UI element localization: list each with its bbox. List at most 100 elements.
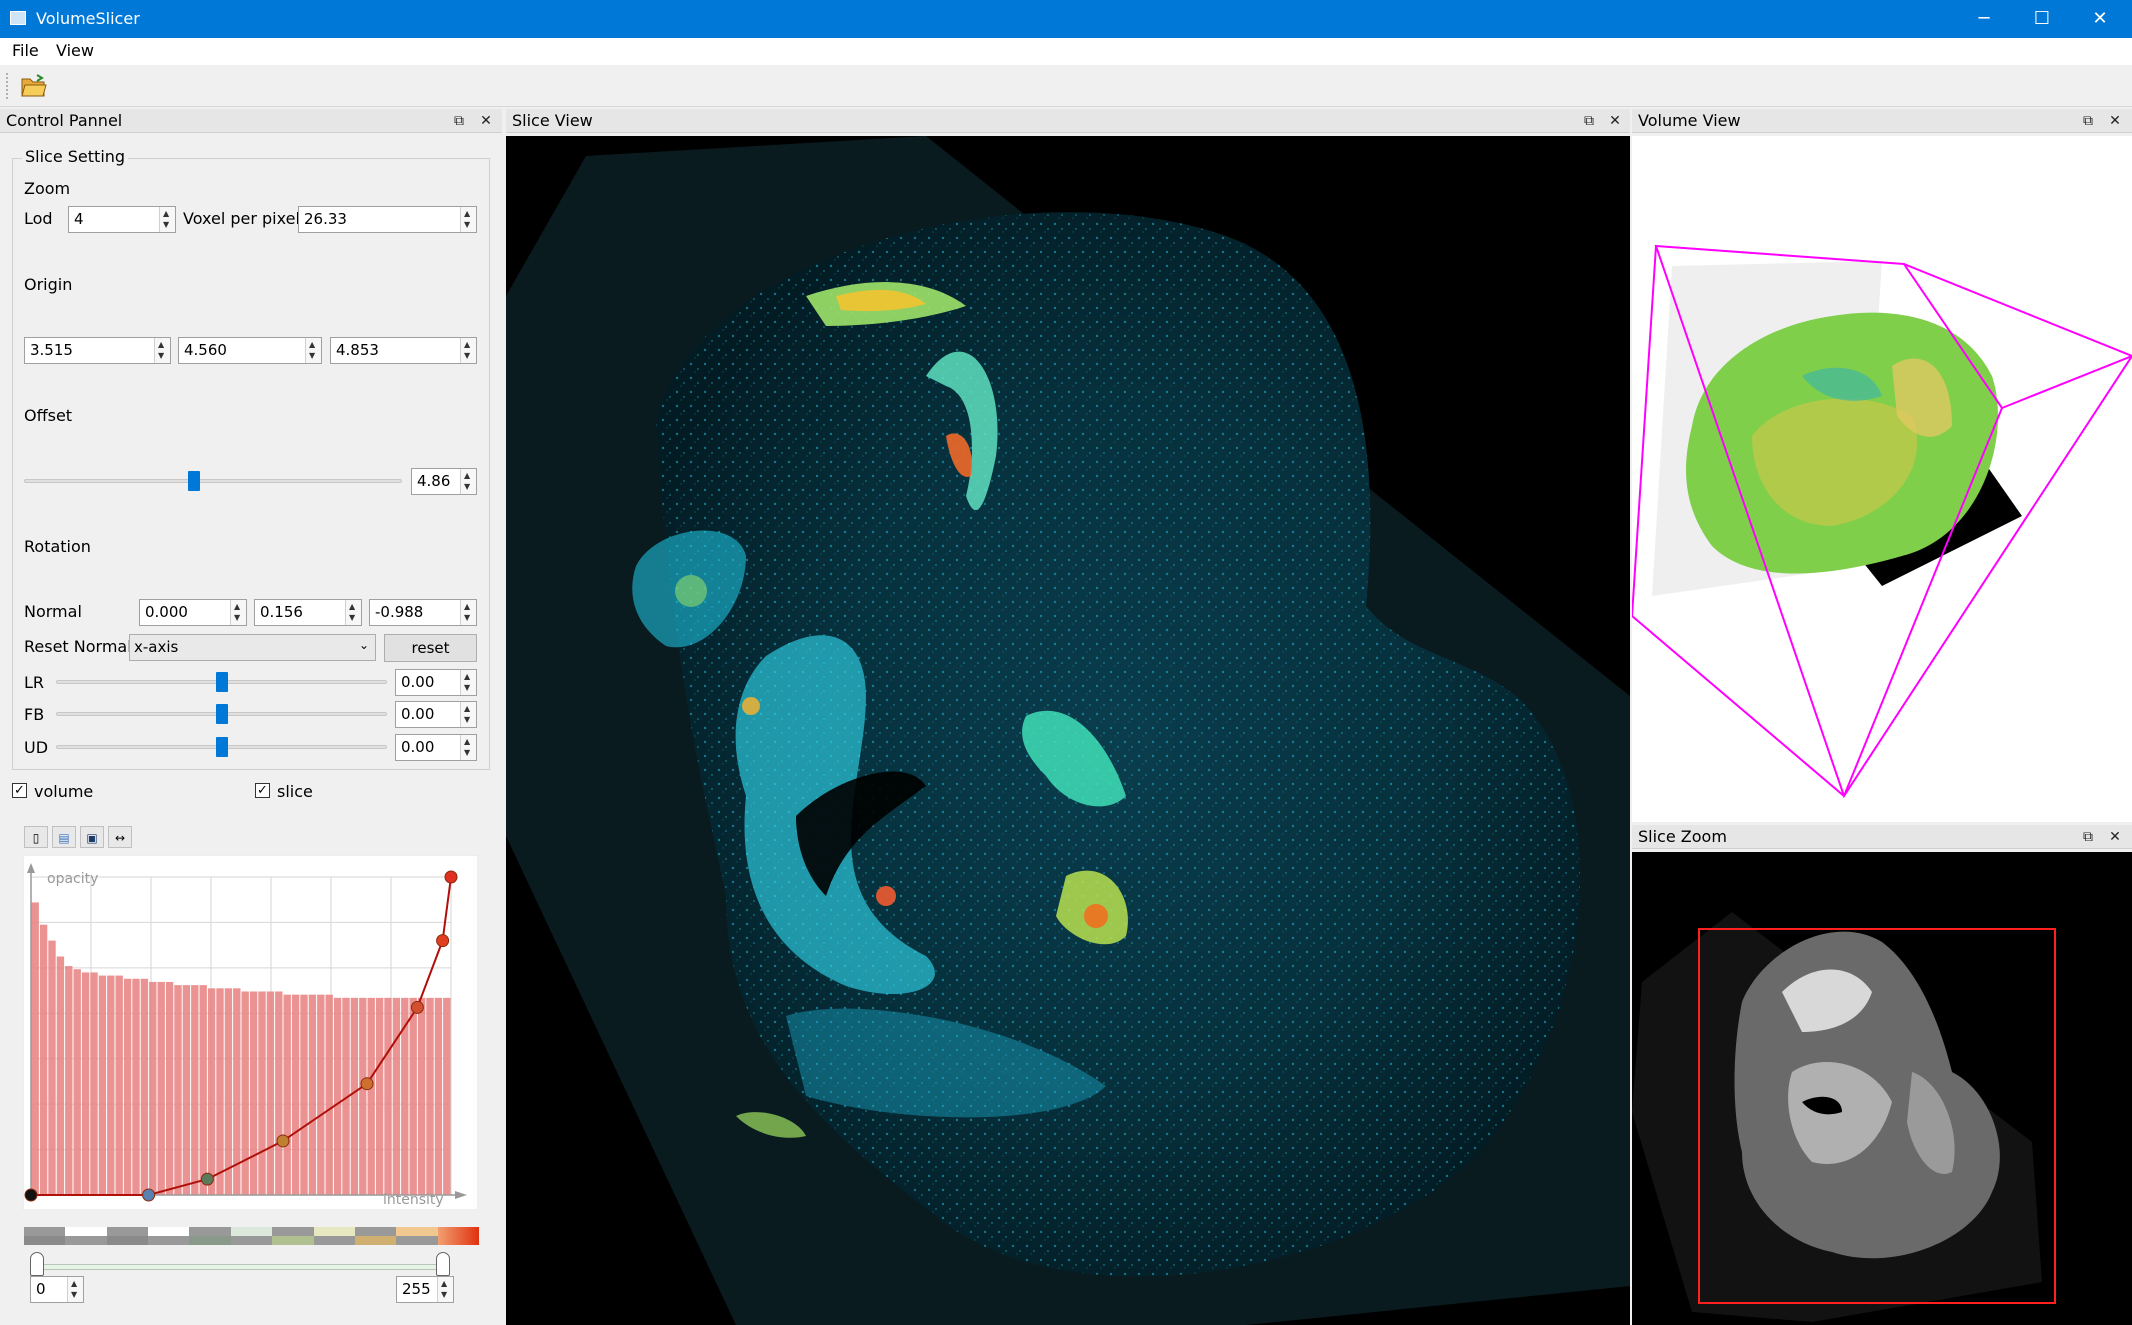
- normal-x-spinbox[interactable]: 0.000 ▲ ▼: [139, 599, 247, 626]
- save-icon[interactable]: ▣: [80, 826, 104, 848]
- close-icon[interactable]: ✕: [1606, 112, 1624, 130]
- spin-arrows[interactable]: ▲ ▼: [460, 600, 476, 625]
- tf-control-point[interactable]: [200, 1172, 214, 1186]
- color-bar-segment: [189, 1227, 231, 1245]
- range-max-spinbox[interactable]: 255 ▲ ▼: [396, 1276, 454, 1303]
- slice-view-canvas[interactable]: [506, 136, 1630, 1325]
- ud-value: 0.00: [401, 738, 435, 756]
- lr-spinbox[interactable]: 0.00 ▲ ▼: [395, 669, 477, 696]
- spin-arrows[interactable]: ▲ ▼: [460, 670, 476, 695]
- normal-z-value: -0.988: [375, 603, 424, 621]
- float-icon[interactable]: ⧉: [2079, 828, 2097, 846]
- slice-zoom-canvas[interactable]: [1632, 852, 2132, 1325]
- spin-arrows[interactable]: ▲ ▼: [460, 338, 476, 363]
- tf-histogram-bar: [81, 972, 90, 1195]
- reset-button[interactable]: reset: [384, 634, 477, 662]
- spin-arrows[interactable]: ▲ ▼: [305, 338, 321, 363]
- spin-arrows[interactable]: ▲ ▼: [460, 735, 476, 760]
- close-button[interactable]: ✕: [2070, 0, 2130, 38]
- tf-histogram-bar: [325, 994, 333, 1195]
- transfer-function-editor[interactable]: opacity intensity: [23, 855, 478, 1210]
- volume-view-canvas[interactable]: [1632, 136, 2132, 822]
- spin-arrows[interactable]: ▲ ▼: [437, 1277, 453, 1302]
- tf-control-point[interactable]: [410, 1000, 424, 1014]
- color-bar-segment: [272, 1227, 314, 1245]
- volume-checkbox[interactable]: ✓: [12, 783, 27, 798]
- spin-arrows[interactable]: ▲ ▼: [230, 600, 246, 625]
- open-folder-icon[interactable]: [20, 73, 48, 99]
- offset-slider-handle[interactable]: [188, 471, 201, 491]
- reset-normal-select[interactable]: x-axis ⌄: [129, 634, 376, 661]
- tf-control-point[interactable]: [276, 1134, 290, 1148]
- float-icon[interactable]: ⧉: [450, 112, 468, 130]
- lr-slider-handle[interactable]: [216, 672, 228, 692]
- voxel-per-pixel-spinbox[interactable]: 26.33 ▲ ▼: [298, 206, 477, 233]
- lod-spinbox[interactable]: 4 ▲ ▼: [68, 206, 176, 233]
- open-file-icon[interactable]: ▤: [52, 826, 76, 848]
- hotspot: [675, 575, 707, 607]
- spin-arrows[interactable]: ▲ ▼: [67, 1277, 83, 1302]
- tf-control-point[interactable]: [436, 934, 450, 948]
- tf-histogram-bar: [132, 978, 140, 1195]
- origin-x-spinbox[interactable]: 3.515 ▲ ▼: [24, 337, 171, 364]
- control-panel-title: Control Pannel: [6, 111, 123, 130]
- tf-histogram-bar: [249, 991, 258, 1195]
- menu-file[interactable]: File: [10, 41, 41, 60]
- tf-histogram-bar: [56, 956, 65, 1195]
- tf-histogram-bar: [107, 975, 115, 1195]
- range-max-handle[interactable]: [436, 1252, 450, 1276]
- ud-label: UD: [24, 738, 49, 757]
- tf-control-point[interactable]: [444, 870, 458, 884]
- slice-checkbox[interactable]: ✓: [255, 783, 270, 798]
- volume-checkbox-label: volume: [34, 782, 94, 801]
- ud-slider-handle[interactable]: [216, 737, 228, 757]
- range-min-spinbox[interactable]: 0 ▲ ▼: [30, 1276, 84, 1303]
- tf-control-point[interactable]: [142, 1188, 156, 1202]
- tf-histogram-bar: [275, 991, 283, 1195]
- color-bar[interactable]: [24, 1227, 479, 1245]
- tf-control-point[interactable]: [360, 1077, 374, 1091]
- origin-y-spinbox[interactable]: 4.560 ▲ ▼: [178, 337, 322, 364]
- spin-arrows[interactable]: ▲ ▼: [460, 702, 476, 727]
- close-icon[interactable]: ✕: [477, 112, 495, 130]
- close-icon[interactable]: ✕: [2106, 828, 2124, 846]
- offset-spinbox[interactable]: 4.86 ▲ ▼: [411, 468, 477, 495]
- tf-histogram-bar: [123, 978, 132, 1195]
- spin-arrows[interactable]: ▲ ▼: [345, 600, 361, 625]
- spin-arrows[interactable]: ▲ ▼: [460, 207, 476, 232]
- tf-histogram-bar: [367, 997, 375, 1195]
- maximize-button[interactable]: ☐: [2012, 0, 2072, 38]
- spin-arrows[interactable]: ▲ ▼: [460, 469, 476, 494]
- tf-histogram-bar: [317, 994, 325, 1195]
- float-icon[interactable]: ⧉: [1580, 112, 1598, 130]
- slice-zoom-title: Slice Zoom: [1638, 827, 1727, 846]
- tf-control-point[interactable]: [24, 1188, 38, 1202]
- normal-z-spinbox[interactable]: -0.988 ▲ ▼: [369, 599, 477, 626]
- fit-width-icon[interactable]: ↔: [108, 826, 132, 848]
- ud-spinbox[interactable]: 0.00 ▲ ▼: [395, 734, 477, 761]
- spin-arrows[interactable]: ▲ ▼: [154, 338, 170, 363]
- tf-histogram-bar: [434, 997, 443, 1195]
- menu-view[interactable]: View: [54, 41, 96, 60]
- slice-view-title: Slice View: [512, 111, 593, 130]
- zoom-label: Zoom: [24, 179, 71, 198]
- range-min-handle[interactable]: [30, 1252, 44, 1276]
- fb-spinbox[interactable]: 0.00 ▲ ▼: [395, 701, 477, 728]
- slice-checkbox-label: slice: [277, 782, 313, 801]
- fb-slider-handle[interactable]: [216, 704, 228, 724]
- float-icon[interactable]: ⧉: [2079, 112, 2097, 130]
- minimize-button[interactable]: ─: [1954, 0, 2014, 38]
- range-max-value: 255: [402, 1280, 431, 1298]
- new-file-icon[interactable]: ▯: [24, 826, 48, 848]
- tf-histogram-bar: [266, 991, 275, 1195]
- normal-y-spinbox[interactable]: 0.156 ▲ ▼: [254, 599, 362, 626]
- tf-histogram-bar: [98, 975, 107, 1195]
- origin-z-spinbox[interactable]: 4.853 ▲ ▼: [330, 337, 477, 364]
- close-icon[interactable]: ✕: [2106, 112, 2124, 130]
- hotspot: [1084, 904, 1108, 928]
- spin-arrows[interactable]: ▲ ▼: [159, 207, 175, 232]
- color-bar-segment: [437, 1227, 479, 1245]
- app-icon: [10, 11, 26, 25]
- offset-slider-track[interactable]: [24, 479, 402, 483]
- range-slider-track[interactable]: [36, 1264, 444, 1270]
